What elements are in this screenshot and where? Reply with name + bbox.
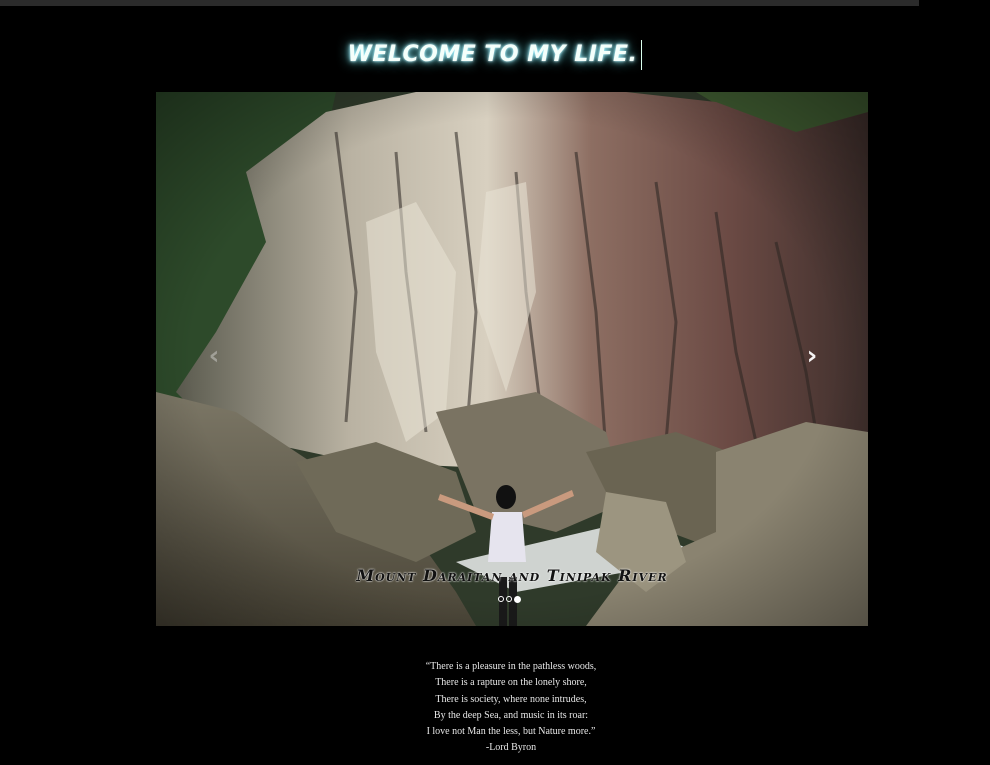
- quote-line: By the deep Sea, and music in its roar:: [433, 709, 589, 721]
- carousel-indicator-1[interactable]: [498, 596, 504, 602]
- quote-line: I love not Man the less, but Nature more…: [426, 726, 596, 738]
- quote-line: There is a rapture on the lonely shore,: [435, 677, 587, 689]
- carousel-prev-button[interactable]: ‹: [194, 336, 234, 376]
- photo-carousel[interactable]: ‹ › Mount Daraitan and Tinipak River: [156, 92, 868, 626]
- chevron-left-icon: ‹: [208, 341, 220, 371]
- top-scroll-bar: [0, 0, 919, 6]
- quote-attribution: -Lord Byron: [485, 742, 537, 754]
- carousel-slide-image: [156, 92, 868, 626]
- quote-line: “There is a pleasure in the pathless woo…: [425, 661, 597, 672]
- carousel-caption: Mount Daraitan and Tinipak River: [356, 566, 668, 585]
- chevron-right-icon: ›: [806, 341, 818, 371]
- carousel-next-button[interactable]: ›: [792, 336, 832, 376]
- header: WELCOME TO MY LIFE.: [0, 40, 990, 70]
- carousel-indicator-2[interactable]: [506, 596, 512, 602]
- quote-line: There is society, where none intrudes,: [435, 693, 587, 705]
- carousel-indicators: [498, 596, 521, 603]
- page-title: WELCOME TO MY LIFE.: [348, 40, 643, 70]
- carousel-indicator-3[interactable]: [514, 596, 521, 603]
- byron-quote: “There is a pleasure in the pathless woo…: [0, 659, 990, 757]
